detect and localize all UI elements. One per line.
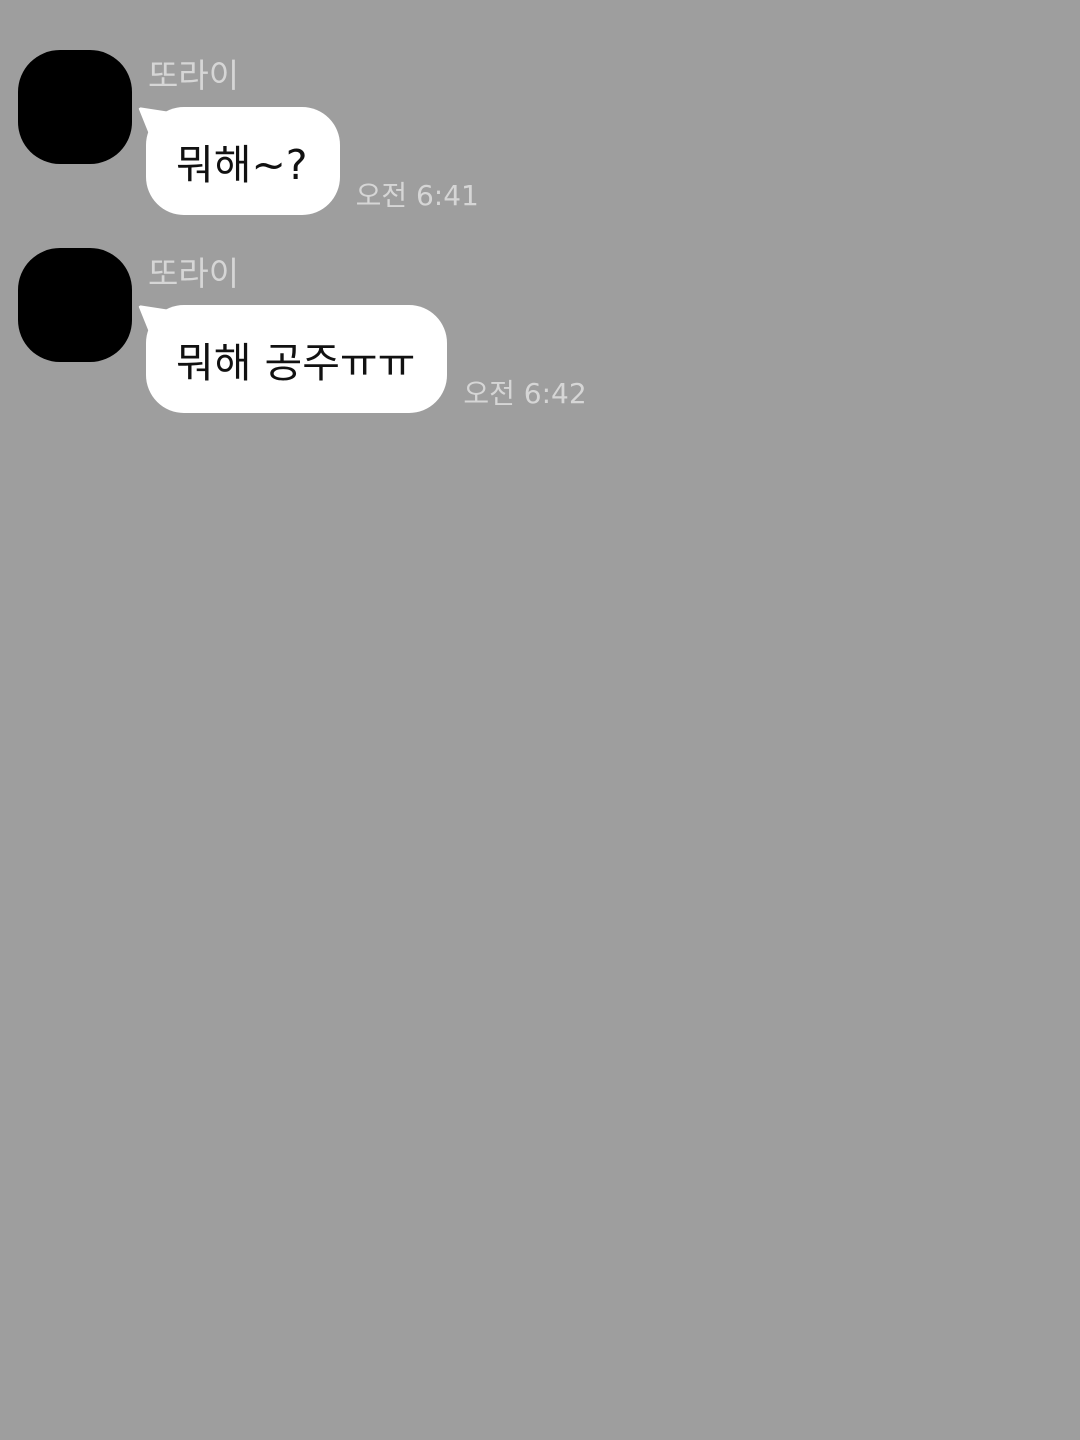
message-timestamp: 오전 6:41 (355, 179, 479, 212)
avatar[interactable] (18, 50, 132, 164)
sender-name: 또라이 (148, 254, 240, 293)
sender-name: 또라이 (148, 56, 240, 95)
chat-thread: 또라이 뭐해~? 오전 6:41 또라이 뭐해 공주ㅠㅠ 오전 6:42 (0, 0, 1080, 1440)
message-content: 뭐해~? 오전 6:41 (146, 107, 479, 215)
message-bubble[interactable]: 뭐해~? (146, 107, 340, 215)
message-timestamp: 오전 6:42 (463, 377, 587, 410)
message-content: 뭐해 공주ㅠㅠ 오전 6:42 (146, 305, 587, 413)
message-bubble[interactable]: 뭐해 공주ㅠㅠ (146, 305, 448, 413)
avatar[interactable] (18, 248, 132, 362)
